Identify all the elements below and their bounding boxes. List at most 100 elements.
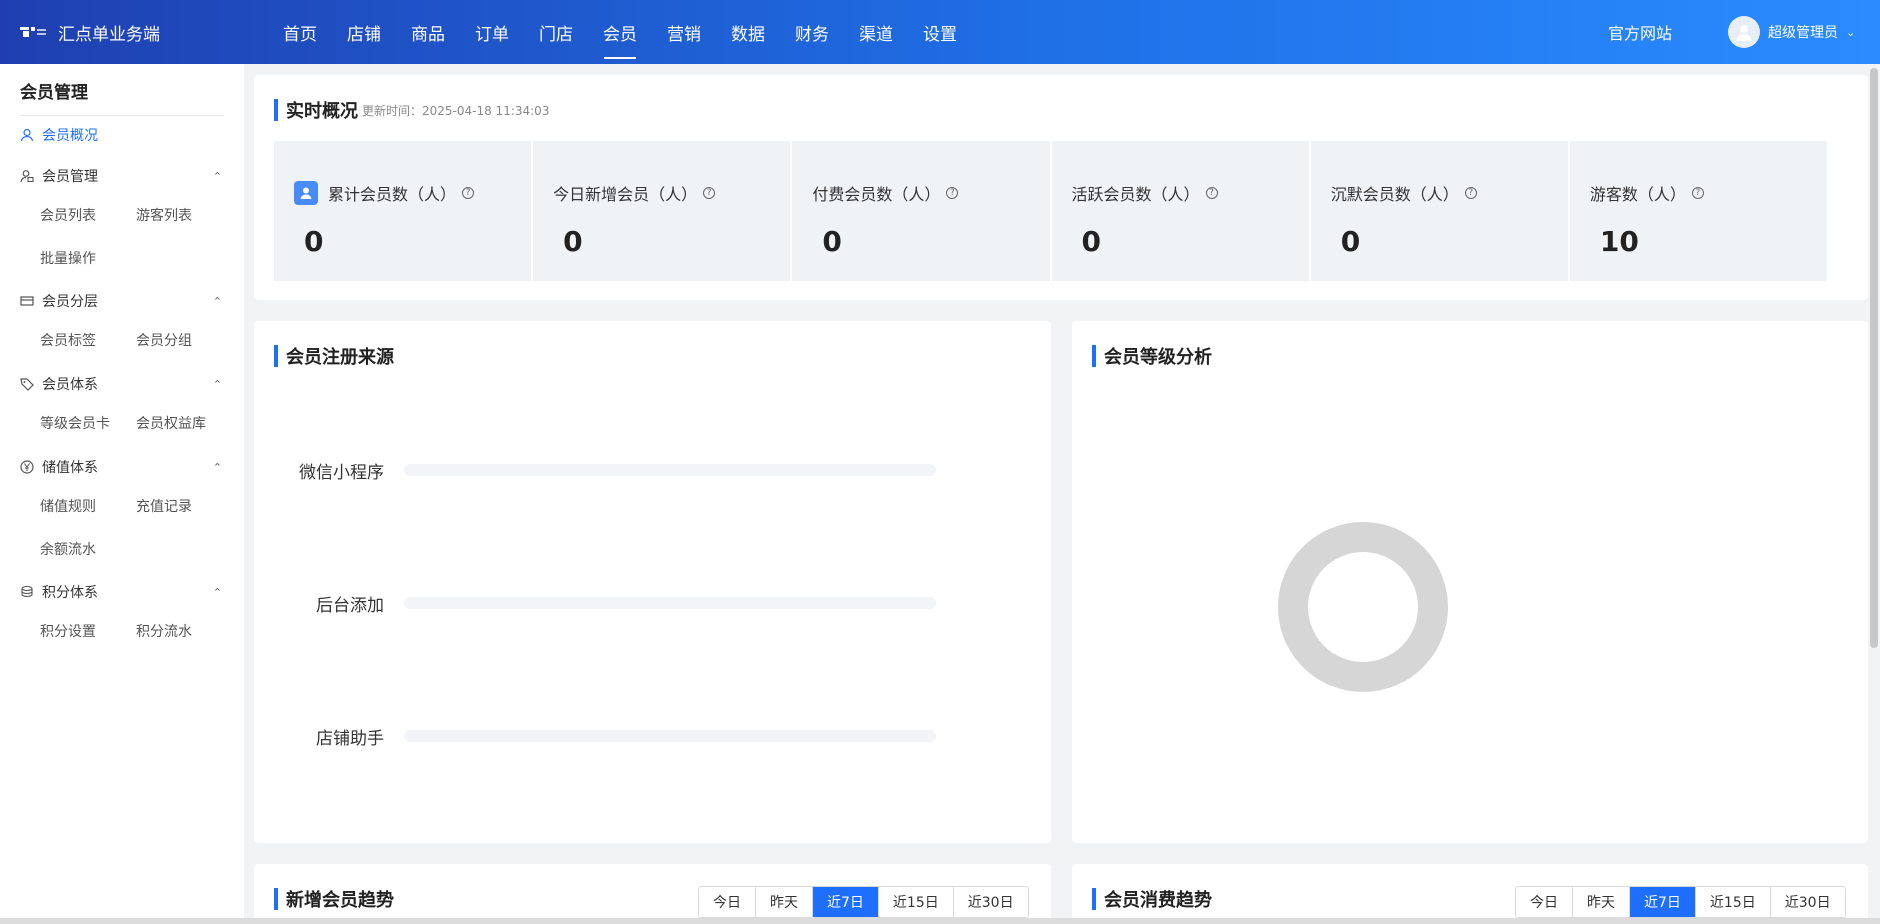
donut-ring	[1278, 522, 1448, 692]
user-name: 超级管理员	[1768, 25, 1838, 41]
official-site-link[interactable]: 官方网站	[1608, 0, 1672, 64]
sidebar-group-member-manage[interactable]: 会员管理 ⌃	[20, 165, 224, 187]
stats-row: 累计会员数（人）? 0 今日新增会员（人）? 0 付费会员数（人）? 0 活跃会员数（人）?…	[274, 141, 1828, 281]
stack-icon	[20, 585, 34, 599]
stat-card: 沉默会员数（人）? 0	[1310, 141, 1568, 281]
brand-name: 汇点单业务端	[58, 24, 160, 45]
help-icon[interactable]: ?	[462, 187, 475, 199]
stat-card: 累计会员数（人）? 0	[274, 141, 532, 281]
sidebar-item-guest-list[interactable]: 游客列表	[136, 205, 192, 225]
sidebar-item-label: 会员概况	[42, 128, 98, 144]
vertical-scrollbar[interactable]	[1870, 68, 1878, 648]
help-icon[interactable]: ?	[946, 187, 959, 199]
registration-source-card: 会员注册来源 微信小程序 后台添加 店铺助手	[254, 321, 1051, 843]
sidebar-item-member-tags[interactable]: 会员标签	[40, 330, 96, 350]
nav-item-4[interactable]: 门店	[524, 0, 588, 64]
stat-value: 10	[1599, 225, 1639, 258]
trend-spend-title: 会员消费趋势	[1092, 888, 1212, 911]
update-time: 更新时间：2025-04-18 11:34:03	[362, 103, 550, 118]
sidebar-item-recharge-records[interactable]: 充值记录	[136, 496, 192, 516]
realtime-overview-card: 实时概况 更新时间：2025-04-18 11:34:03 累计会员数（人）? 0…	[254, 75, 1868, 300]
stat-value: 0	[822, 225, 842, 258]
help-icon[interactable]: ?	[1464, 187, 1477, 199]
stat-label: 付费会员数（人）?	[812, 181, 959, 205]
new-member-trend-card: 新增会员趋势 今日 昨天 近7日 近15日 近30日	[254, 864, 1051, 924]
spend-trend-card: 会员消费趋势 今日 昨天 近7日 近15日 近30日	[1072, 864, 1868, 924]
range-tabs-new: 今日 昨天 近7日 近15日 近30日	[698, 886, 1029, 918]
trend-new-title: 新增会员趋势	[274, 888, 394, 911]
source-bar	[404, 464, 936, 476]
realtime-title-text: 实时概况	[286, 101, 358, 122]
sidebar-item-points-flow[interactable]: 积分流水	[136, 621, 192, 641]
stat-card: 游客数（人）? 10	[1569, 141, 1828, 281]
nav-item-0[interactable]: 首页	[268, 0, 332, 64]
nav-item-3[interactable]: 订单	[460, 0, 524, 64]
range-tab-2[interactable]: 近7日	[813, 887, 879, 917]
main-nav: 首页 店铺 商品 订单 门店 会员 营销 数据 财务 渠道 设置	[268, 0, 972, 64]
stat-value: 0	[1081, 225, 1101, 258]
sidebar-group-member-system[interactable]: 会员体系 ⌃	[20, 373, 224, 395]
sidebar-item-member-groups[interactable]: 会员分组	[136, 330, 192, 350]
sidebar-item-balance-flow[interactable]: 余额流水	[40, 539, 96, 559]
card-icon	[20, 294, 34, 308]
stat-label: 游客数（人）?	[1590, 181, 1704, 205]
stat-label-text: 付费会员数（人）	[812, 185, 941, 204]
source-label: 店铺助手	[316, 728, 384, 749]
range-tab-3[interactable]: 近15日	[878, 887, 954, 917]
range-tab-3[interactable]: 近15日	[1695, 887, 1771, 917]
range-tab-1[interactable]: 昨天	[756, 887, 813, 917]
stat-label: 今日新增会员（人）?	[553, 181, 716, 205]
chevron-up-icon: ⌃	[212, 585, 222, 599]
nav-item-9[interactable]: 渠道	[844, 0, 908, 64]
sidebar-item-level-card[interactable]: 等级会员卡	[40, 413, 110, 433]
source-row-wechat: 微信小程序	[274, 456, 936, 484]
help-icon[interactable]: ?	[703, 187, 716, 199]
range-tab-4[interactable]: 近30日	[953, 887, 1028, 917]
sidebar-item-batch-ops[interactable]: 批量操作	[40, 248, 96, 268]
realtime-title: 实时概况 更新时间：2025-04-18 11:34:03	[274, 99, 550, 122]
help-icon[interactable]: ?	[1205, 187, 1218, 199]
sidebar-item-member-list[interactable]: 会员列表	[40, 205, 96, 225]
nav-item-2[interactable]: 商品	[396, 0, 460, 64]
nav-item-7[interactable]: 数据	[716, 0, 780, 64]
nav-item-10[interactable]: 设置	[908, 0, 972, 64]
stat-card: 今日新增会员（人）? 0	[533, 141, 791, 281]
chevron-up-icon: ⌃	[212, 294, 222, 308]
range-tabs-spend: 今日 昨天 近7日 近15日 近30日	[1515, 886, 1846, 918]
nav-item-6[interactable]: 营销	[652, 0, 716, 64]
range-tab-0[interactable]: 今日	[1516, 887, 1573, 917]
user-group-icon	[20, 169, 34, 183]
sidebar: 会员管理 会员概况 会员管理 ⌃ 会员列表 游客列表 批量操作 会员分层 ⌃ 会…	[0, 64, 244, 924]
range-tab-0[interactable]: 今日	[699, 887, 756, 917]
nav-item-5[interactable]: 会员	[588, 0, 652, 64]
sidebar-item-overview[interactable]: 会员概况	[20, 124, 224, 146]
help-icon[interactable]: ?	[1691, 187, 1704, 199]
level-donut-chart	[1278, 522, 1448, 692]
nav-item-1[interactable]: 店铺	[332, 0, 396, 64]
user-menu[interactable]: 超级管理员 ⌄	[1728, 0, 1855, 64]
stat-value: 0	[1340, 225, 1361, 258]
sidebar-group-points[interactable]: 积分体系 ⌃	[20, 581, 224, 603]
stat-label: 活跃会员数（人）?	[1072, 181, 1218, 205]
brand-logo[interactable]: 汇点单业务端	[20, 0, 160, 64]
stat-label-text: 活跃会员数（人）	[1071, 185, 1200, 204]
range-tab-4[interactable]: 近30日	[1770, 887, 1845, 917]
sidebar-group-label: 储值体系	[42, 460, 98, 476]
top-navigation-bar: 汇点单业务端 首页 店铺 商品 订单 门店 会员 营销 数据 财务 渠道 设置 官方网站 超级管理员…	[0, 0, 1880, 64]
sidebar-item-stored-rules[interactable]: 储值规则	[40, 496, 96, 516]
sidebar-group-label: 会员管理	[42, 169, 98, 185]
source-label: 微信小程序	[299, 462, 384, 483]
sidebar-group-member-layer[interactable]: 会员分层 ⌃	[20, 290, 224, 312]
source-title: 会员注册来源	[274, 345, 394, 368]
sidebar-item-benefit-library[interactable]: 会员权益库	[136, 413, 206, 433]
nav-item-8[interactable]: 财务	[780, 0, 844, 64]
level-title: 会员等级分析	[1092, 345, 1212, 368]
range-tab-1[interactable]: 昨天	[1573, 887, 1630, 917]
sidebar-group-stored-value[interactable]: 储值体系 ⌃	[20, 456, 224, 478]
sidebar-item-points-settings[interactable]: 积分设置	[40, 621, 96, 641]
stat-card: 付费会员数（人）? 0	[792, 141, 1050, 281]
horizontal-scrollbar[interactable]	[0, 918, 1880, 924]
chevron-up-icon: ⌃	[212, 460, 222, 474]
sidebar-title: 会员管理	[20, 83, 88, 103]
range-tab-2[interactable]: 近7日	[1630, 887, 1696, 917]
